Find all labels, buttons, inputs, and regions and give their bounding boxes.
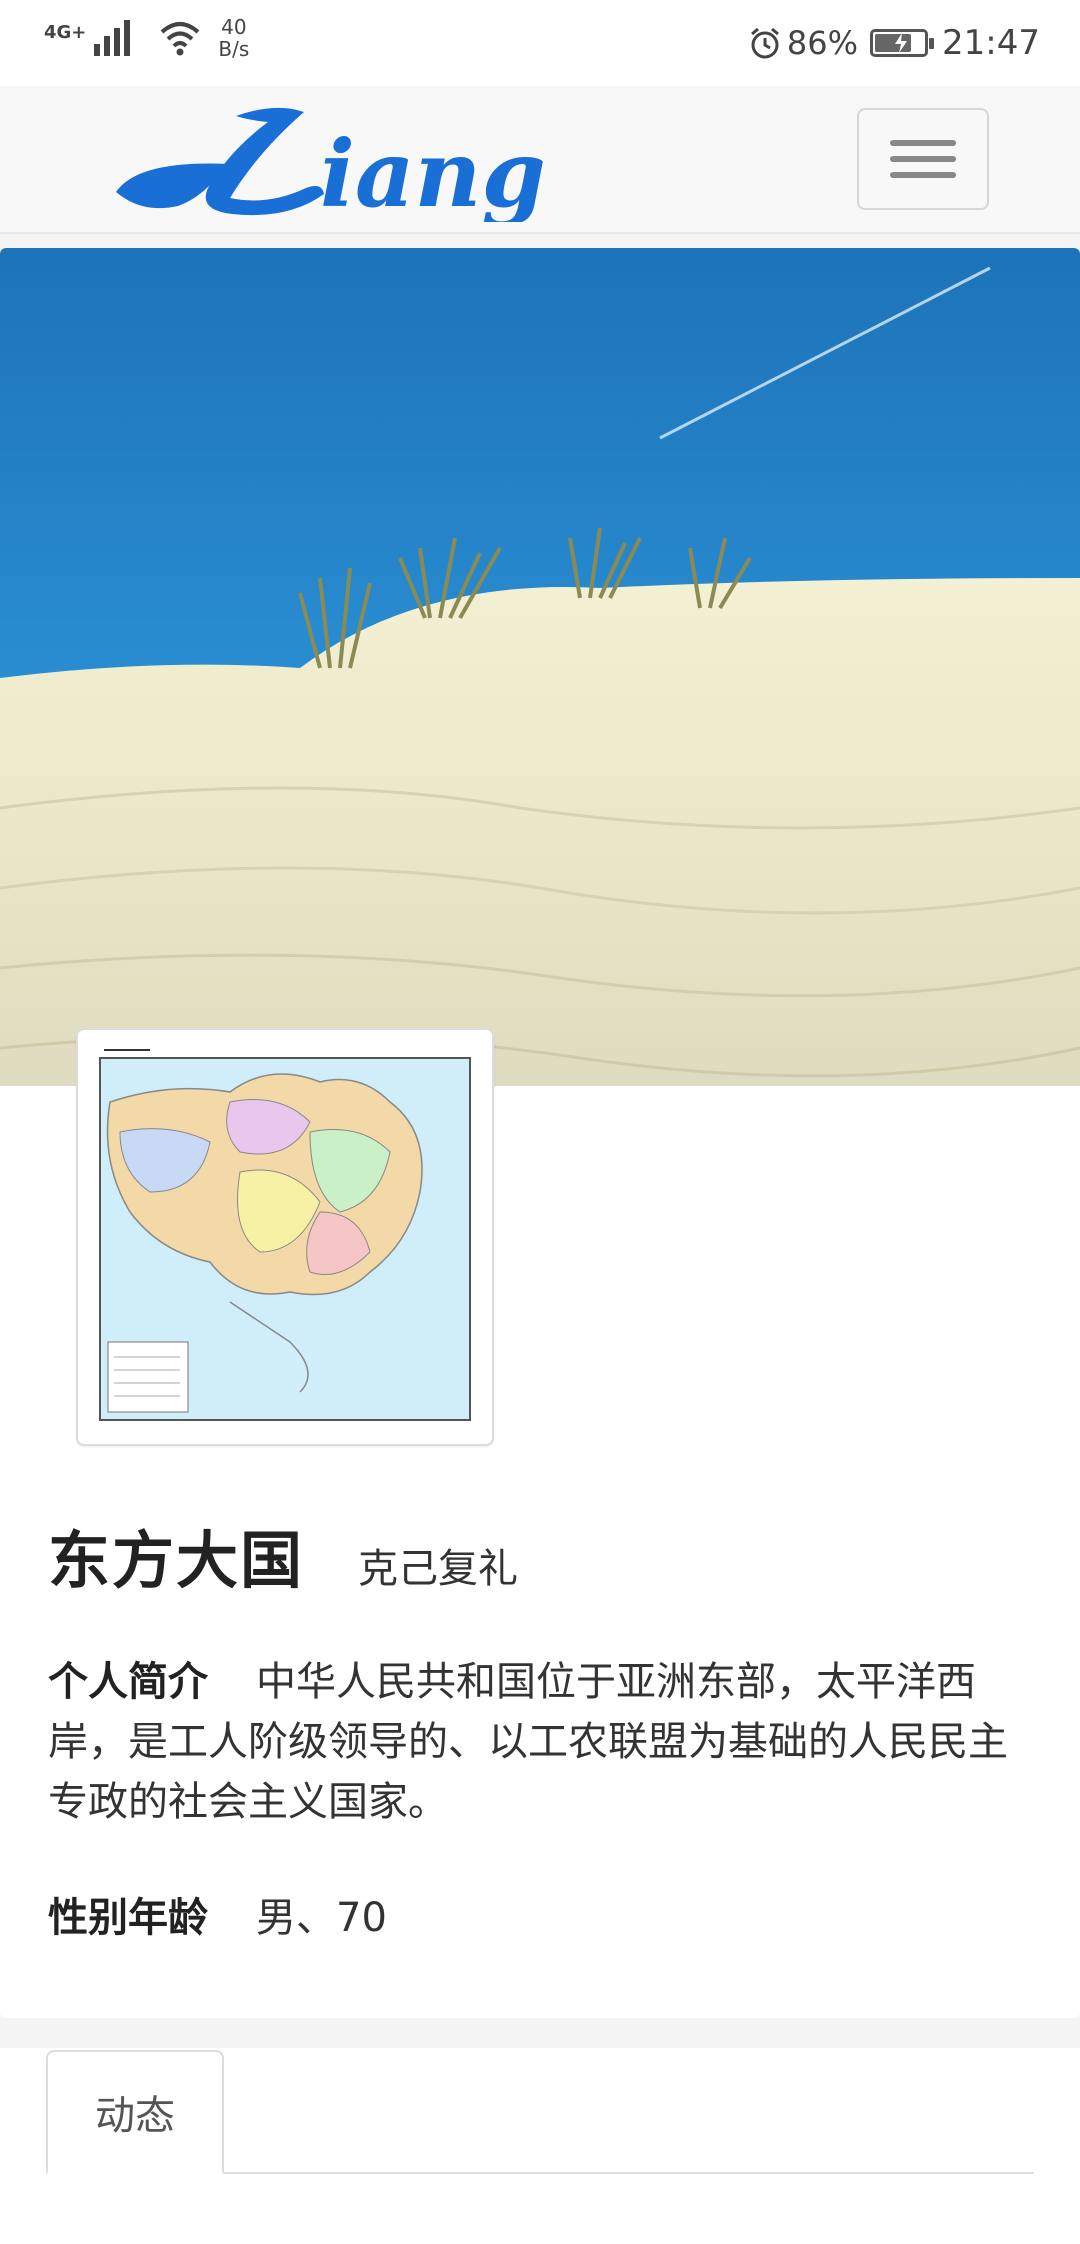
status-right: 86% 21:47 — [747, 18, 1040, 68]
tab-activity[interactable]: 动态 — [46, 2050, 224, 2174]
battery-icon — [870, 29, 935, 57]
battery-percent: 86% — [786, 24, 859, 62]
menu-toggle-button[interactable] — [857, 108, 989, 210]
profile-card: 东方大国 克己复礼 个人简介 中华人民共和国位于亚洲东部，太平洋西岸，是工人阶级领… — [0, 248, 1080, 2018]
name-row: 东方大国 克己复礼 — [48, 1510, 518, 1600]
signal-icon — [88, 16, 144, 56]
svg-text:iang: iang — [320, 120, 546, 222]
tabs-container: 动态 — [0, 2048, 1080, 2244]
hamburger-bar — [890, 140, 956, 146]
wifi-icon — [161, 22, 200, 56]
clock: 21:47 — [942, 23, 1040, 63]
profile-gender-age: 性别年龄 男、70 — [48, 1888, 387, 1948]
profile-name: 东方大国 — [48, 1524, 305, 1597]
navbar: iang — [0, 86, 1080, 234]
gender-age-label: 性别年龄 — [48, 1895, 208, 1941]
network-type: 4G+ — [44, 22, 87, 43]
alarm-icon — [750, 27, 779, 59]
profile-motto: 克己复礼 — [358, 1546, 519, 1592]
network-speed: 40 B/s — [218, 16, 249, 60]
bio-label: 个人简介 — [48, 1659, 208, 1705]
brand-logo[interactable]: iang — [108, 102, 668, 222]
profile-bio: 个人简介 中华人民共和国位于亚洲东部，太平洋西岸，是工人阶级领导的、以工农联盟为基… — [48, 1652, 1038, 1832]
china-map-image — [90, 1042, 480, 1432]
gender-age-value: 男、70 — [256, 1895, 387, 1941]
speed-value: 40 — [221, 15, 247, 39]
status-bar: 4G+ 40 B/s 86% 21:47 — [0, 0, 1080, 86]
cover-image — [0, 248, 1080, 1086]
hamburger-bar — [890, 172, 956, 178]
status-left: 4G+ 40 B/s — [44, 16, 249, 70]
avatar[interactable] — [76, 1028, 494, 1446]
speed-unit: B/s — [218, 37, 250, 61]
hamburger-bar — [890, 156, 956, 162]
